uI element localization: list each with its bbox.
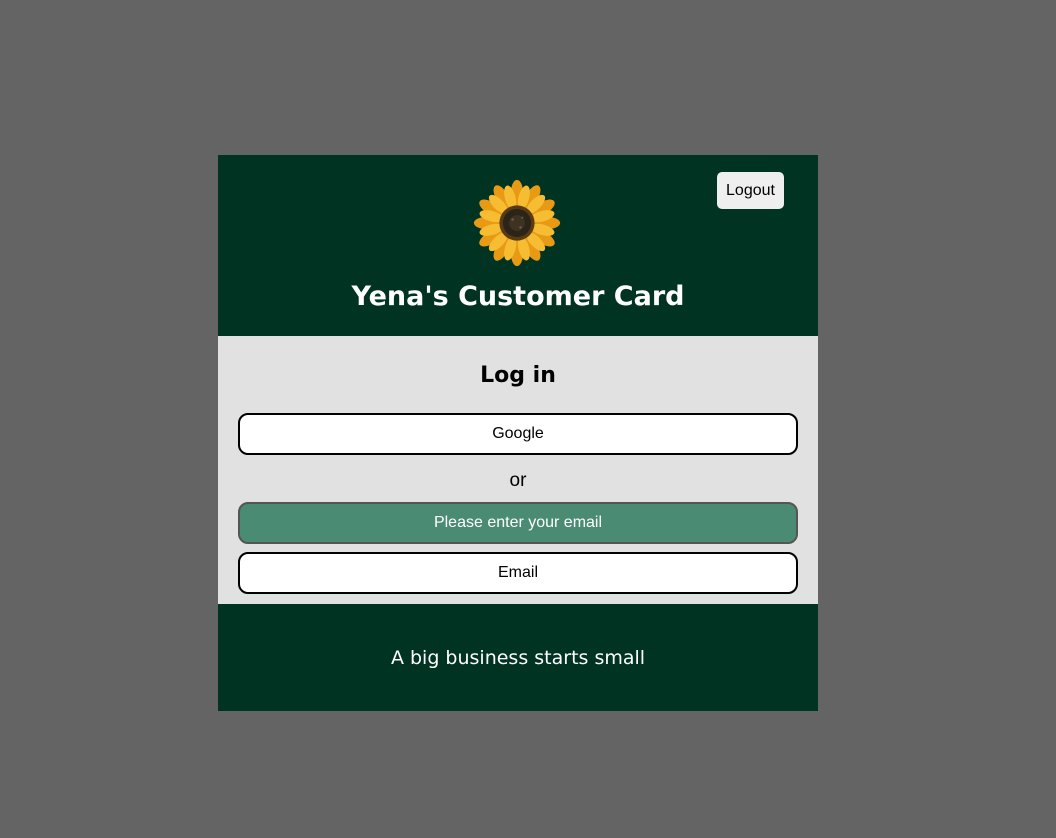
email-input[interactable]	[238, 502, 798, 544]
google-login-button[interactable]: Google	[238, 413, 798, 455]
login-panel: Log in Google or Email	[218, 336, 818, 604]
login-heading: Log in	[480, 363, 556, 388]
logout-button[interactable]: Logout	[717, 172, 784, 209]
card-header: Logout Yena's Customer Card	[218, 155, 818, 336]
email-login-button[interactable]: Email	[238, 552, 798, 594]
card-footer: A big business starts small	[218, 604, 818, 711]
customer-card: Logout Yena's Customer Card Log in Googl…	[218, 155, 818, 711]
or-divider-text: or	[509, 470, 527, 491]
page-title: Yena's Customer Card	[351, 281, 685, 312]
footer-tagline: A big business starts small	[390, 647, 646, 669]
sunflower-icon	[473, 179, 561, 267]
